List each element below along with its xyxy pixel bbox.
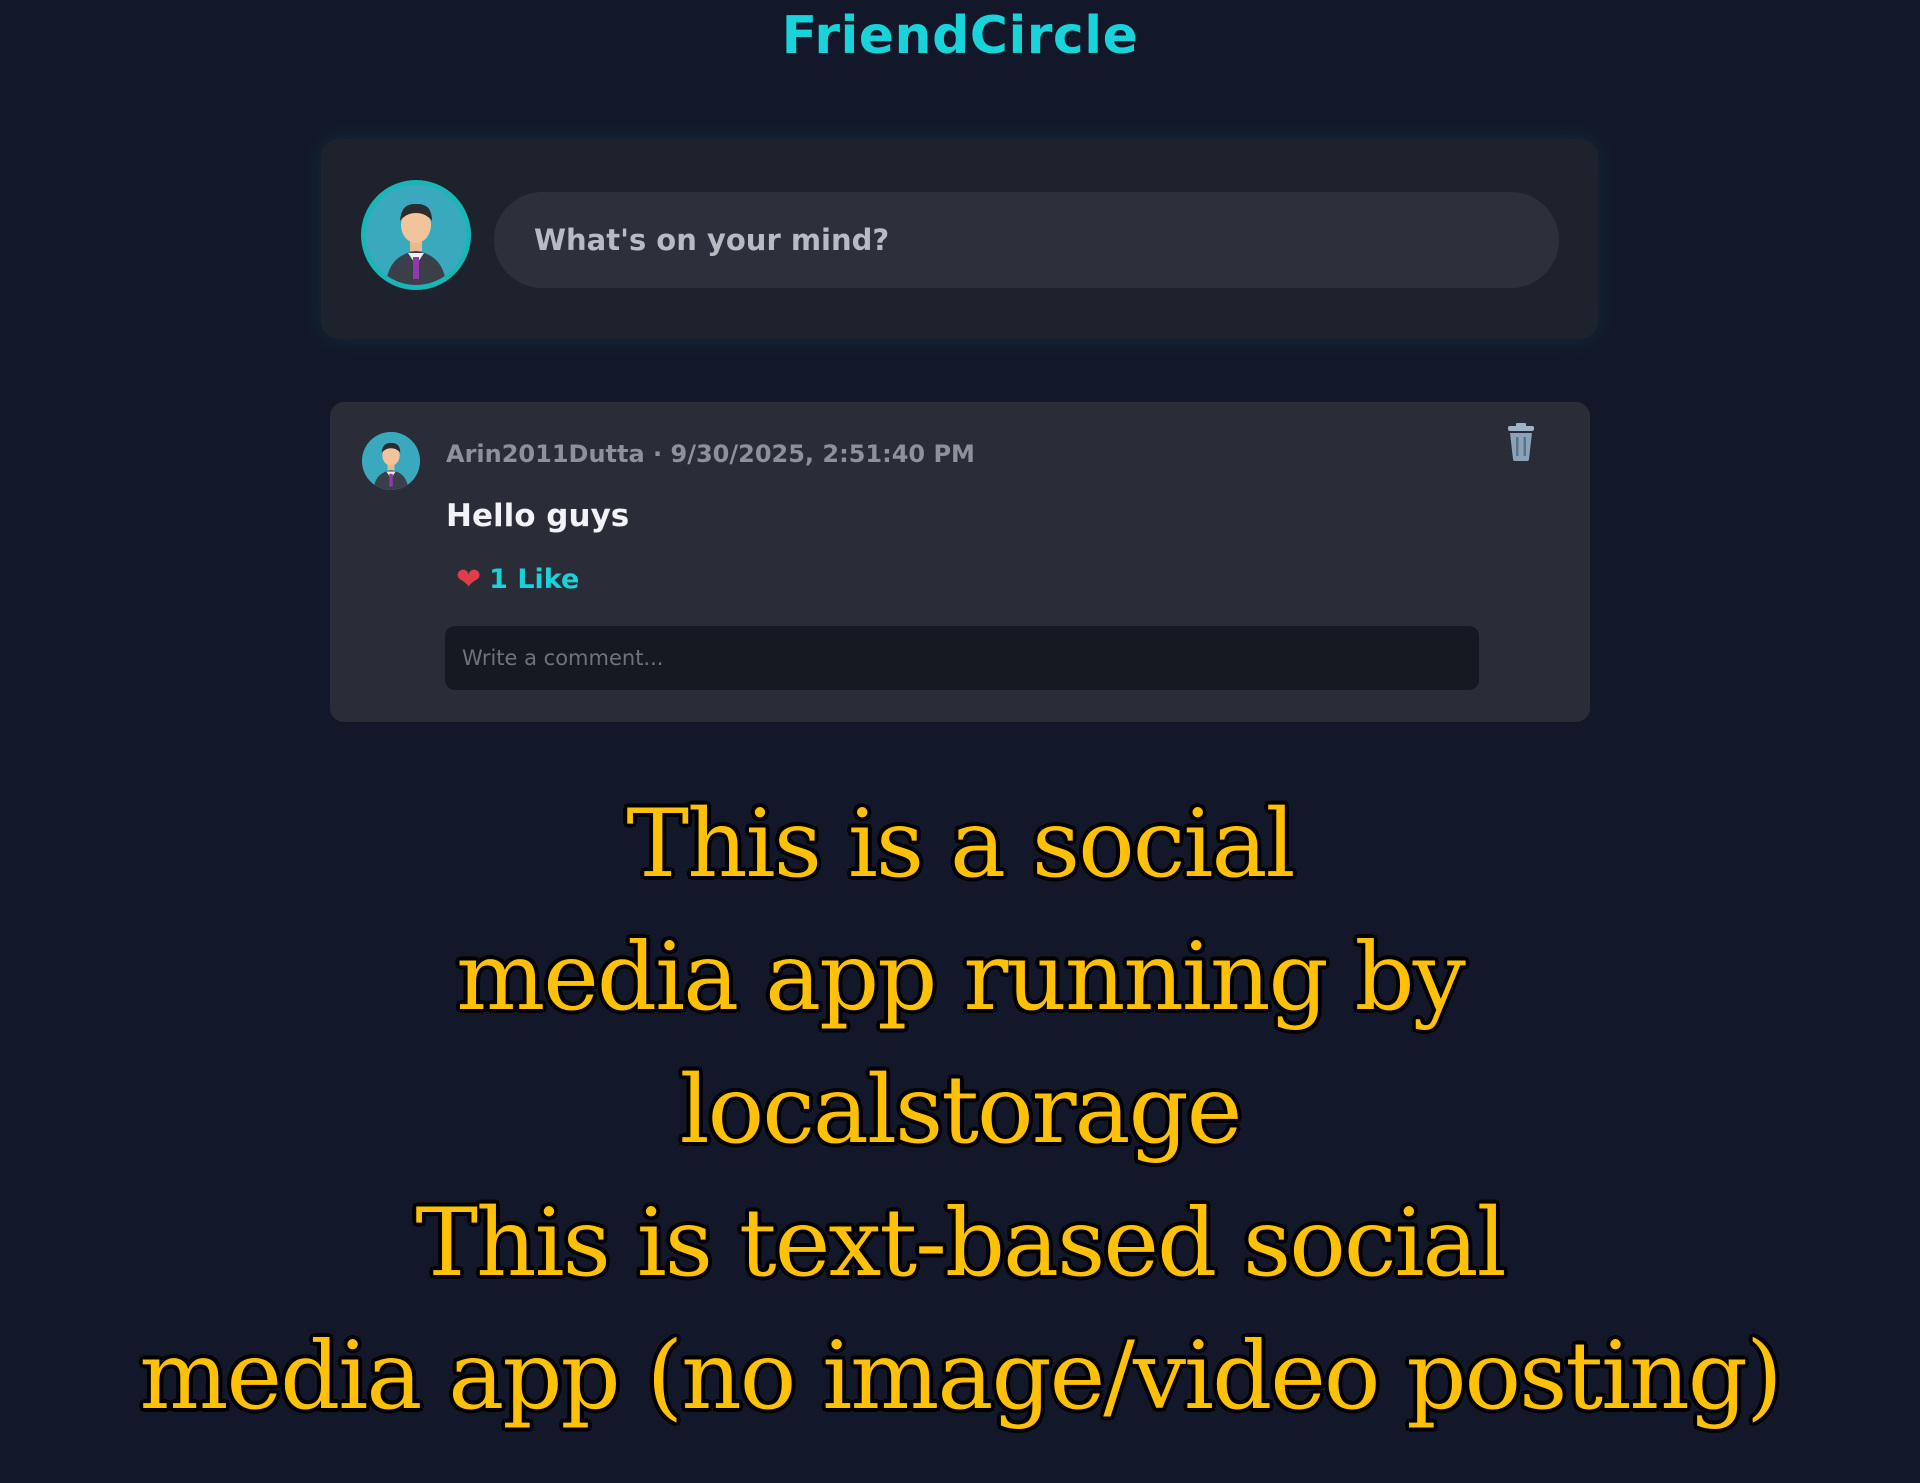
comment-input[interactable] xyxy=(445,626,1479,690)
app-title: FriendCircle xyxy=(781,6,1139,66)
post-text: Hello guys xyxy=(446,498,630,534)
post-card: Arin2011Dutta · 9/30/2025, 2:51:40 PM He… xyxy=(330,402,1590,722)
like-button[interactable]: ❤ 1 Like xyxy=(456,564,579,595)
user-avatar-icon xyxy=(366,185,466,285)
trash-icon[interactable] xyxy=(1504,422,1538,462)
caption-line: media app running by xyxy=(456,923,1466,1032)
like-count: 1 Like xyxy=(489,564,580,595)
post-composer xyxy=(321,139,1598,339)
post-meta: Arin2011Dutta · 9/30/2025, 2:51:40 PM xyxy=(446,440,975,468)
caption-overlay: This is a social media app running by lo… xyxy=(0,778,1920,1443)
post-author-avatar[interactable] xyxy=(362,432,420,490)
caption-line: This is a social xyxy=(626,790,1295,899)
caption-line: This is text-based social xyxy=(415,1189,1506,1298)
caption-line: media app (no image/video posting) xyxy=(139,1322,1782,1431)
caption-line: localstorage xyxy=(679,1056,1243,1165)
user-avatar-icon xyxy=(362,432,420,490)
heart-icon: ❤ xyxy=(456,561,482,597)
composer-avatar[interactable] xyxy=(361,180,471,290)
post-input[interactable] xyxy=(494,192,1559,288)
